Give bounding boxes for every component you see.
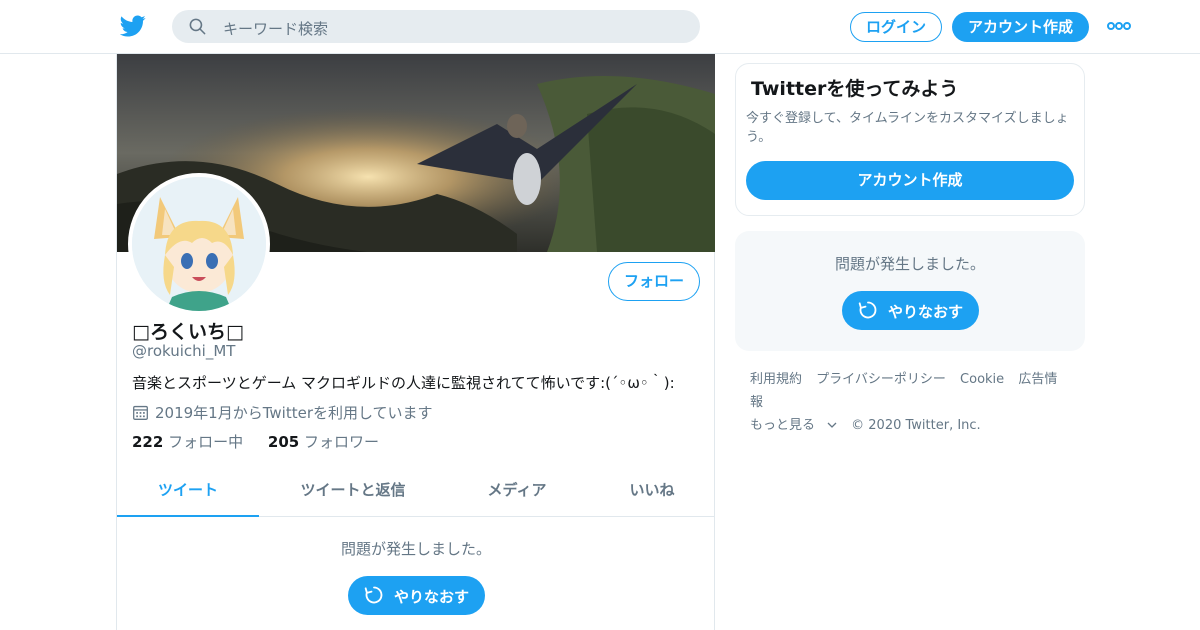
timeline-error-message: 問題が発生しました。: [340, 540, 491, 558]
top-bar: キーワード検索 ログイン アカウント作成: [0, 0, 1200, 54]
followers-link[interactable]: 205 フォロワー: [268, 433, 379, 451]
footer-more-link[interactable]: もっと見る: [750, 418, 837, 433]
refresh-icon: [858, 301, 877, 319]
footer-link-cookie[interactable]: Cookie: [960, 372, 1004, 387]
footer-copyright: © 2020 Twitter, Inc.: [851, 418, 981, 433]
more-dots-icon[interactable]: [1107, 21, 1131, 31]
display-name: □ろくいち□: [132, 321, 244, 343]
follow-button[interactable]: フォロー: [608, 262, 700, 301]
sidebar-error-message: 問題が発生しました。: [834, 255, 985, 273]
footer-row-1: 利用規約 プライバシーポリシー Cookie 広告情報: [750, 368, 1080, 414]
tab-media[interactable]: メディア: [467, 468, 567, 516]
timeline-retry-button[interactable]: やりなおす: [348, 576, 485, 615]
footer-link-terms[interactable]: 利用規約: [750, 372, 802, 387]
chevron-down-icon: [827, 422, 837, 428]
footer-links: 利用規約 プライバシーポリシー Cookie 広告情報 もっと見る © 2020…: [750, 368, 1080, 437]
search-icon: [189, 18, 206, 35]
profile-bio: 音楽とスポーツとゲーム マクロギルドの人達に監視されてて怖いです:(´◦ω◦｀)…: [132, 374, 675, 392]
search-bar[interactable]: キーワード検索: [172, 10, 700, 43]
tab-tweets[interactable]: ツイート: [117, 468, 259, 517]
signup-card-desc: 今すぐ登録して、タイムラインをカスタマイズしましょう。: [746, 111, 1069, 145]
footer-row-2: もっと見る © 2020 Twitter, Inc.: [750, 414, 1080, 437]
signup-card-title: Twitterを使ってみよう: [751, 78, 959, 100]
followers-count: 205: [267, 433, 300, 451]
profile-column: フォロー □ろくいち□ @rokuichi_MT 音楽とスポーツとゲーム マクロ…: [116, 54, 715, 630]
sidebar-error-box: 問題が発生しました。 やりなおす: [735, 231, 1085, 351]
sidebar-retry-button[interactable]: やりなおす: [842, 291, 979, 330]
joined-date: 2019年1月からTwitterを利用しています: [132, 402, 433, 423]
retry-label: やりなおす: [394, 588, 470, 606]
avatar[interactable]: [128, 173, 270, 315]
profile-tabs: ツイート ツイートと返信 メディア いいね: [117, 468, 715, 517]
calendar-icon: [133, 405, 148, 420]
following-count: 222: [132, 433, 164, 451]
refresh-icon: [364, 586, 383, 604]
user-handle: @rokuichi_MT: [132, 342, 236, 360]
joined-text: 2019年1月からTwitterを利用しています: [155, 404, 433, 422]
search-input[interactable]: キーワード検索: [223, 18, 328, 39]
signup-card-button[interactable]: アカウント作成: [746, 161, 1074, 200]
avatar-image: [132, 177, 266, 311]
twitter-bird-icon[interactable]: [120, 13, 146, 39]
tab-tweets-replies[interactable]: ツイートと返信: [279, 468, 427, 516]
following-label: フォロー中: [168, 433, 244, 451]
login-button[interactable]: ログイン: [850, 12, 942, 42]
footer-more-label: もっと見る: [750, 418, 816, 433]
following-link[interactable]: 222 フォロー中: [132, 433, 243, 451]
signup-card: Twitterを使ってみよう 今すぐ登録して、タイムラインをカスタマイズしましょ…: [735, 63, 1085, 216]
retry-label: やりなおす: [888, 303, 964, 321]
follow-stats: 222 フォロー中 205 フォロワー: [132, 431, 379, 452]
followers-label: フォロワー: [303, 433, 379, 451]
tab-likes[interactable]: いいね: [607, 468, 697, 516]
signup-button[interactable]: アカウント作成: [952, 12, 1089, 42]
footer-link-privacy[interactable]: プライバシーポリシー: [816, 372, 946, 387]
